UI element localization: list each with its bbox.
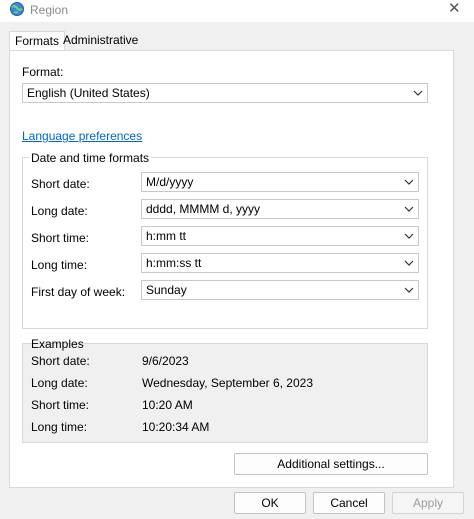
long-time-select-value: h:mm:ss tt — [146, 256, 202, 270]
short-date-select-value: M/d/yyyy — [146, 175, 194, 189]
window-title: Region — [30, 3, 69, 17]
chevron-down-icon — [404, 287, 414, 293]
short-time-select[interactable]: h:mm tt — [141, 226, 419, 246]
first-day-of-week-select[interactable]: Sunday — [141, 280, 419, 300]
short-time-label: Short time: — [31, 231, 90, 245]
format-select-value: English (United States) — [27, 86, 150, 100]
long-date-select[interactable]: dddd, MMMM d, yyyy — [141, 199, 419, 219]
cancel-button[interactable]: Cancel — [313, 492, 385, 514]
chevron-down-icon — [404, 179, 414, 185]
first-day-of-week-label: First day of week: — [31, 285, 126, 299]
tab-administrative[interactable]: Administrative — [58, 31, 143, 50]
additional-settings-button[interactable]: Additional settings... — [234, 453, 428, 475]
example-long-date-label: Long date: — [31, 376, 88, 390]
first-day-of-week-select-value: Sunday — [146, 283, 187, 297]
example-short-date-value: 9/6/2023 — [142, 354, 189, 368]
examples-title: Examples — [31, 337, 84, 351]
apply-button[interactable]: Apply — [392, 492, 464, 514]
example-long-date-value: Wednesday, September 6, 2023 — [142, 376, 313, 390]
close-icon[interactable]: ✕ — [448, 0, 461, 17]
example-long-time-label: Long time: — [31, 420, 88, 434]
language-preferences-link[interactable]: Language preferences — [22, 129, 142, 143]
globe-icon — [10, 2, 24, 16]
ok-button[interactable]: OK — [234, 492, 306, 514]
format-label: Format: — [22, 65, 64, 79]
example-short-time-value: 10:20 AM — [142, 398, 193, 412]
short-date-select[interactable]: M/d/yyyy — [141, 172, 419, 192]
example-short-time-label: Short time: — [31, 398, 90, 412]
format-select[interactable]: English (United States) — [22, 83, 428, 103]
chevron-down-icon — [413, 90, 423, 96]
long-time-select[interactable]: h:mm:ss tt — [141, 253, 419, 273]
title-bar: Region ✕ — [0, 0, 474, 22]
tab-formats[interactable]: Formats — [9, 31, 66, 52]
example-short-date-label: Short date: — [31, 354, 90, 368]
date-time-formats-title: Date and time formats — [29, 151, 152, 165]
chevron-down-icon — [404, 206, 414, 212]
chevron-down-icon — [404, 233, 414, 239]
short-time-select-value: h:mm tt — [146, 229, 187, 243]
chevron-down-icon — [404, 260, 414, 266]
short-date-label: Short date: — [31, 177, 90, 191]
example-long-time-value: 10:20:34 AM — [142, 420, 210, 434]
long-time-label: Long time: — [31, 258, 88, 272]
long-date-select-value: dddd, MMMM d, yyyy — [146, 202, 261, 216]
long-date-label: Long date: — [31, 204, 88, 218]
